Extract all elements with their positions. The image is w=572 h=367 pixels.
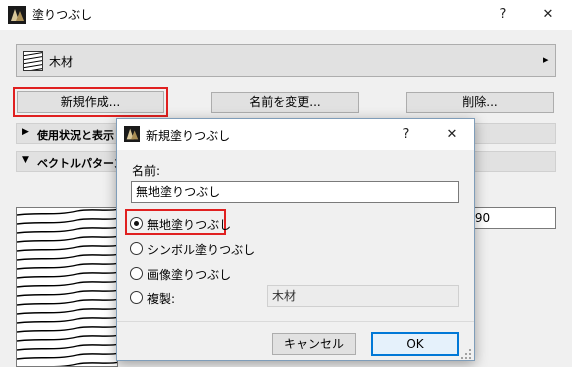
help-button[interactable]: ? [488, 0, 518, 30]
ok-button[interactable]: OK [371, 332, 459, 356]
new-button[interactable]: 新規作成... [17, 91, 164, 113]
radio-image-fill[interactable]: 画像塗りつぶし [130, 266, 330, 282]
fill-picker-label: 木材 [49, 55, 74, 69]
dialog-close-button[interactable]: ✕ [437, 119, 467, 150]
divider [117, 321, 474, 322]
radio-solid-fill[interactable]: 無地塗りつぶし [130, 216, 330, 232]
delete-button[interactable]: 削除... [406, 92, 554, 113]
cancel-button[interactable]: キャンセル [272, 333, 356, 355]
dialog-help-button[interactable]: ? [391, 119, 421, 150]
section-vector-label: ベクトルパターン [37, 157, 125, 170]
name-label: 名前: [132, 164, 161, 178]
name-input[interactable]: 無地塗りつぶし [131, 181, 459, 203]
rename-button[interactable]: 名前を変更... [211, 92, 359, 113]
fill-settings-window: 塗りつぶし ? ✕ 木材 ▸ 新規作成... 名前を変更... 削除... ▶ … [0, 0, 572, 367]
new-fill-dialog: 新規塗りつぶし ? ✕ 名前: 無地塗りつぶし 無地塗りつぶし シンボル塗りつぶ… [116, 118, 475, 361]
expand-arrow-icon: ▶ [22, 127, 29, 137]
app-icon [8, 6, 26, 24]
radio-image-fill-label: 画像塗りつぶし [147, 268, 232, 282]
radio-button-selected[interactable] [130, 217, 143, 230]
window-title: 塗りつぶし [32, 8, 93, 22]
chevron-right-icon: ▸ [543, 53, 549, 66]
dialog-title: 新規塗りつぶし [146, 129, 231, 143]
radio-button[interactable] [130, 291, 143, 304]
app-icon [124, 126, 140, 142]
fill-picker[interactable]: 木材 ▸ [16, 44, 556, 77]
close-button[interactable]: ✕ [533, 0, 563, 30]
radio-symbol-fill[interactable]: シンボル塗りつぶし [130, 241, 330, 257]
duplicate-source-dropdown[interactable]: 木材 [267, 285, 459, 307]
radio-button[interactable] [130, 242, 143, 255]
section-usage-label: 使用状況と表示 [37, 129, 114, 142]
pattern-preview [16, 207, 118, 367]
radio-solid-fill-label: 無地塗りつぶし [147, 218, 232, 232]
collapse-arrow-icon: ▼ [22, 155, 29, 165]
wood-pattern-icon [23, 51, 43, 71]
radio-button[interactable] [130, 267, 143, 280]
radio-symbol-fill-label: シンボル塗りつぶし [147, 243, 256, 257]
window-titlebar: 塗りつぶし ? ✕ [0, 0, 572, 30]
resize-grip-icon[interactable] [460, 348, 472, 360]
radio-duplicate-label: 複製: [147, 292, 176, 306]
dialog-titlebar: 新規塗りつぶし ? ✕ [117, 119, 474, 150]
spacing-field[interactable]: .90 [466, 207, 556, 229]
